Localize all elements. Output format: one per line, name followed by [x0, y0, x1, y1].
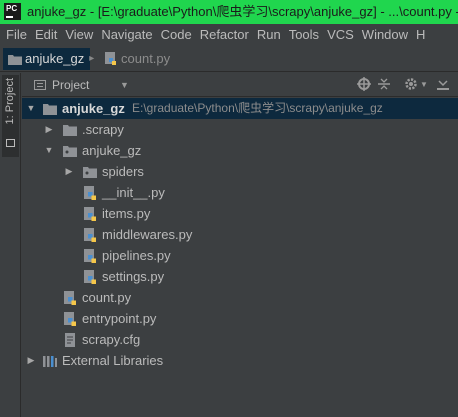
menu-navigate[interactable]: Navigate: [101, 24, 152, 46]
tree-node-external-libraries[interactable]: ▶ External Libraries: [22, 350, 458, 371]
config-file-icon: [65, 333, 75, 347]
python-file-icon: [84, 249, 96, 263]
tree-node-label: .scrapy: [82, 122, 124, 137]
python-file-icon: [105, 52, 116, 65]
menu-help[interactable]: H: [416, 24, 425, 46]
menu-vcs[interactable]: VCS: [327, 24, 354, 46]
expanded-arrow-icon[interactable]: ▼: [44, 140, 54, 161]
tree-node-label: items.py: [102, 206, 151, 221]
tree-node-file[interactable]: items.py: [22, 203, 458, 224]
menu-edit[interactable]: Edit: [35, 24, 57, 46]
folder-icon: [8, 55, 22, 65]
menu-code[interactable]: Code: [161, 24, 192, 46]
tree-node-label: External Libraries: [62, 353, 164, 368]
project-tool-tab-label: 1: Project: [4, 78, 16, 125]
pycharm-logo-icon: PC: [4, 3, 21, 20]
collapsed-arrow-icon[interactable]: ▶: [64, 161, 74, 182]
window-title-bar: PC anjuke_gz - [E:\graduate\Python\爬虫学习\…: [0, 0, 458, 24]
hide-panel-icon[interactable]: [435, 77, 451, 93]
breadcrumb-separator-icon: ▸: [89, 53, 95, 64]
tree-node-project-root[interactable]: ▼ anjuke_gz E:\graduate\Python\爬虫学习\scra…: [22, 98, 458, 119]
project-panel: Project ▼ ▼ ▼ anjuke_gz E:\graduate\Pyth…: [22, 73, 458, 417]
tree-node-label: anjuke_gz: [82, 143, 142, 158]
tree-node-label: settings.py: [102, 269, 165, 284]
project-tool-icon: [6, 139, 15, 147]
tree-node-path: E:\graduate\Python\爬虫学习\scrapy\anjuke_gz: [132, 101, 383, 115]
python-file-icon: [84, 228, 96, 242]
tree-node-label: __init__.py: [102, 185, 165, 200]
tree-node-file[interactable]: settings.py: [22, 266, 458, 287]
python-file-icon: [84, 186, 96, 200]
locate-icon[interactable]: [356, 77, 372, 93]
breadcrumb-file-label: count.py: [121, 51, 171, 66]
project-tool-tab[interactable]: 1: Project: [2, 75, 19, 157]
python-file-icon: [64, 291, 76, 305]
settings-dropdown-icon[interactable]: ▼: [416, 77, 432, 93]
folder-icon: [63, 125, 77, 136]
breadcrumb-project[interactable]: anjuke_gz ▸: [3, 48, 94, 70]
folder-icon: [43, 104, 57, 115]
tool-window-strip: 1: Project: [0, 73, 21, 417]
tree-node-label: scrapy.cfg: [82, 332, 141, 347]
tree-node-label: entrypoint.py: [82, 311, 157, 326]
navigation-bar: anjuke_gz ▸ count.py: [0, 46, 458, 72]
menu-bar: File Edit View Navigate Code Refactor Run Tools…: [0, 24, 458, 46]
tree-node-file[interactable]: count.py: [22, 287, 458, 308]
project-panel-header: Project ▼ ▼: [22, 73, 458, 97]
breadcrumb-project-label: anjuke_gz: [25, 51, 85, 66]
tree-node-label: count.py: [82, 290, 132, 305]
menu-tools[interactable]: Tools: [289, 24, 319, 46]
tree-node-file[interactable]: middlewares.py: [22, 224, 458, 245]
tree-node-label: middlewares.py: [102, 227, 193, 242]
python-file-icon: [84, 270, 96, 284]
tree-node-label: anjuke_gz: [62, 101, 125, 116]
python-file-icon: [84, 207, 96, 221]
menu-refactor[interactable]: Refactor: [200, 24, 249, 46]
collapsed-arrow-icon[interactable]: ▶: [44, 119, 54, 140]
package-folder-icon: [63, 146, 77, 157]
tree-node-file[interactable]: __init__.py: [22, 182, 458, 203]
tree-node-folder[interactable]: ▶ .scrapy: [22, 119, 458, 140]
package-folder-icon: [83, 167, 97, 178]
collapsed-arrow-icon[interactable]: ▶: [26, 350, 36, 371]
window-title: anjuke_gz - [E:\graduate\Python\爬虫学习\scr…: [27, 4, 458, 19]
chevron-down-icon[interactable]: ▼: [120, 73, 129, 97]
tree-node-label: pipelines.py: [102, 248, 171, 263]
tree-node-label: spiders: [102, 164, 144, 179]
breadcrumb-file[interactable]: count.py: [104, 48, 170, 70]
tree-node-file[interactable]: entrypoint.py: [22, 308, 458, 329]
project-view-selector[interactable]: Project: [52, 73, 89, 97]
tree-node-package[interactable]: ▶ spiders: [22, 161, 458, 182]
tree-node-file[interactable]: pipelines.py: [22, 245, 458, 266]
tree-node-package[interactable]: ▼ anjuke_gz: [22, 140, 458, 161]
project-view-icon: [34, 80, 46, 90]
menu-window[interactable]: Window: [362, 24, 408, 46]
libraries-icon: [43, 356, 57, 367]
menu-view[interactable]: View: [65, 24, 93, 46]
menu-run[interactable]: Run: [257, 24, 281, 46]
expanded-arrow-icon[interactable]: ▼: [26, 98, 36, 119]
python-file-icon: [64, 312, 76, 326]
collapse-all-icon[interactable]: [376, 77, 392, 93]
menu-file[interactable]: File: [6, 24, 27, 46]
tree-node-file[interactable]: scrapy.cfg: [22, 329, 458, 350]
